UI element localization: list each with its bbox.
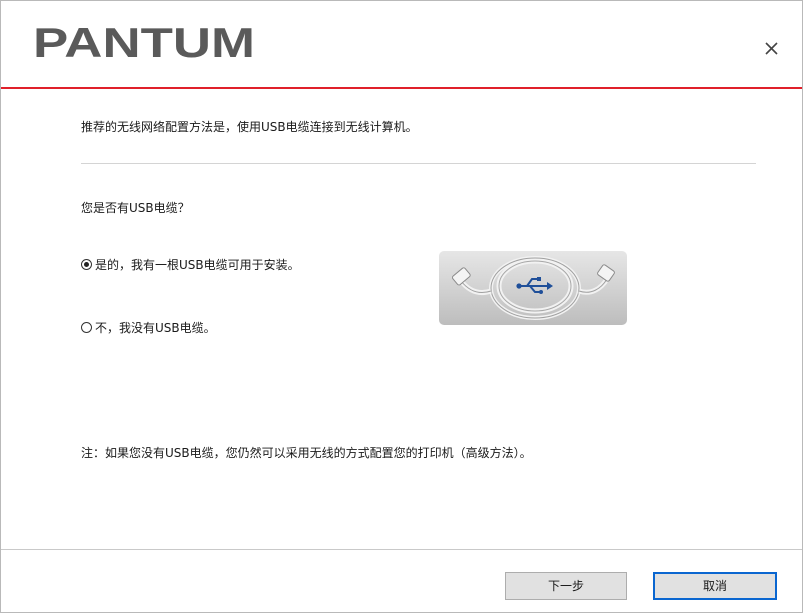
divider	[81, 163, 756, 164]
radio-yes-label: 是的，我有一根USB电缆可用于安装。	[95, 257, 300, 272]
usb-cable-image	[439, 251, 627, 325]
svg-text:PANTUM: PANTUM	[33, 23, 255, 63]
usb-question: 您是否有USB电缆？	[81, 201, 190, 215]
usb-cable-illustration	[439, 251, 627, 325]
pantum-logo-graphic: PANTUM	[33, 19, 255, 66]
header-accent-line	[1, 87, 802, 89]
next-button[interactable]: 下一步	[505, 572, 627, 600]
close-button[interactable]	[760, 37, 784, 61]
cancel-button[interactable]: 取消	[653, 572, 777, 600]
radio-option-no[interactable]: 不，我没有USB电缆。	[81, 319, 216, 335]
note-text: 注：如果您没有USB电缆，您仍然可以采用无线的方式配置您的打印机（高级方法）。	[81, 446, 532, 460]
installer-window: PANTUM 推荐的无线网络配置方法是，使用USB电缆连接到无线计算机。 您是否…	[0, 0, 803, 613]
pantum-logo: PANTUM	[33, 19, 255, 67]
recommendation-text: 推荐的无线网络配置方法是，使用USB电缆连接到无线计算机。	[81, 120, 418, 134]
close-icon[interactable]	[760, 37, 784, 61]
radio-yes[interactable]	[81, 258, 92, 270]
header: PANTUM	[1, 1, 802, 87]
radio-no[interactable]	[81, 321, 92, 333]
radio-option-yes[interactable]: 是的，我有一根USB电缆可用于安装。	[81, 256, 300, 272]
radio-no-label: 不，我没有USB电缆。	[95, 320, 216, 335]
